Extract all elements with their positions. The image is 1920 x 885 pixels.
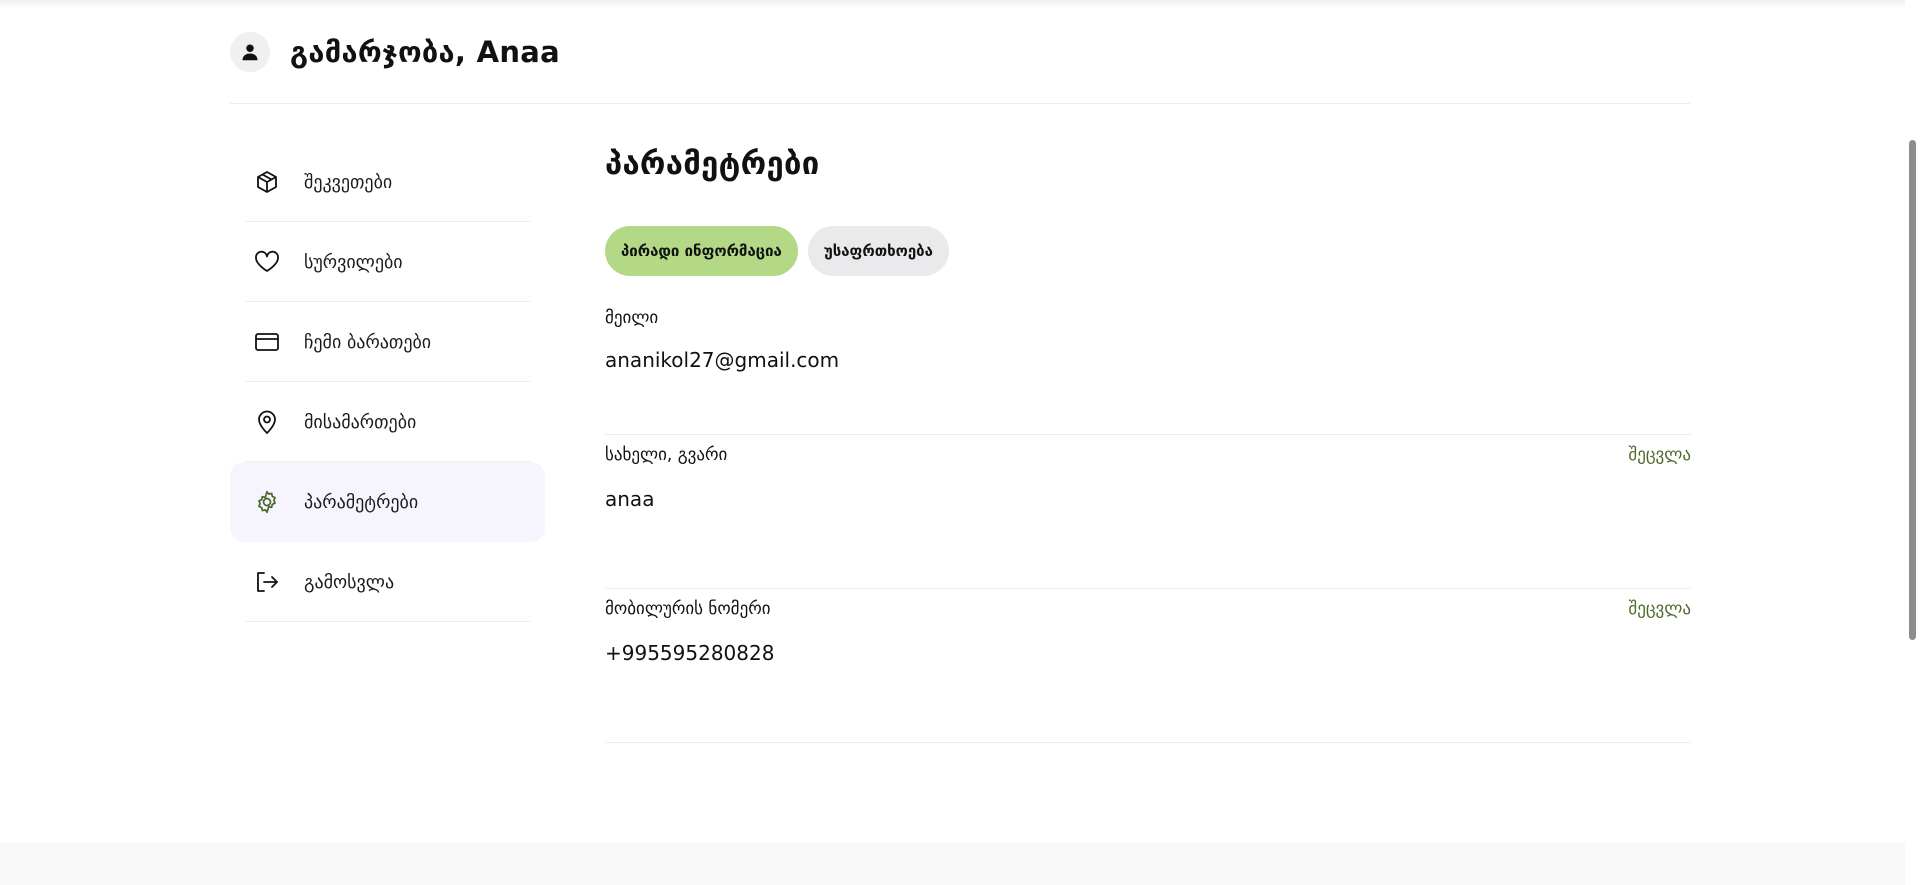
edit-phone-link[interactable]: შეცვლა: [1628, 599, 1691, 619]
user-icon: [242, 44, 258, 61]
settings-tabs: პირადი ინფორმაცია უსაფრთხოება: [605, 226, 1691, 276]
sidebar-item-addresses[interactable]: მისამართები: [230, 382, 545, 462]
sidebar-item-label: პარამეტრები: [304, 491, 419, 513]
tab-security[interactable]: უსაფრთხოება: [807, 226, 949, 276]
account-header: გამარჯობა, Anaa: [230, 30, 1690, 104]
phone-label: მობილურის ნომერი: [605, 599, 771, 619]
heart-icon: [254, 249, 280, 275]
logout-icon: [254, 569, 280, 595]
name-label: სახელი, გვარი: [605, 445, 728, 465]
sidebar-item-label: მისამართები: [304, 411, 417, 433]
edit-name-link[interactable]: შეცვლა: [1628, 445, 1691, 465]
sidebar-item-wishlist[interactable]: სურვილები: [230, 222, 545, 302]
page: გამარჯობა, Anaa შეკვეთები სურვილები ჩემი…: [0, 0, 1905, 885]
scrollbar-thumb[interactable]: [1909, 140, 1916, 640]
avatar[interactable]: [230, 32, 270, 72]
greeting-title: გამარჯობა, Anaa: [290, 35, 561, 69]
email-label: მეილი: [605, 308, 659, 328]
sidebar-item-settings[interactable]: პარამეტრები: [230, 462, 545, 542]
sidebar-item-orders[interactable]: შეკვეთები: [230, 142, 545, 222]
map-pin-icon: [254, 409, 280, 435]
gear-icon: [254, 489, 280, 515]
package-icon: [254, 169, 280, 195]
settings-panel: პარამეტრები პირადი ინფორმაცია უსაფრთხოებ…: [605, 140, 1691, 743]
phone-value: +995595280828: [605, 641, 775, 665]
sidebar-item-logout[interactable]: გამოსვლა: [230, 542, 545, 622]
sidebar-item-cards[interactable]: ჩემი ბარათები: [230, 302, 545, 382]
sidebar-item-label: გამოსვლა: [304, 571, 395, 593]
sidebar-item-label: ჩემი ბარათები: [304, 331, 432, 353]
sidebar-item-label: შეკვეთები: [304, 171, 393, 193]
tab-personal-info[interactable]: პირადი ინფორმაცია: [605, 226, 798, 276]
sidebar-item-label: სურვილები: [304, 251, 403, 273]
account-sidebar: შეკვეთები სურვილები ჩემი ბარათები მისამა…: [230, 142, 545, 622]
scrollbar[interactable]: [1905, 0, 1920, 885]
page-title: პარამეტრები: [605, 146, 820, 182]
topbar-shadow: [0, 0, 1905, 8]
email-field: მეილი ananikol27@gmail.com: [605, 308, 1691, 435]
name-value: anaa: [605, 487, 655, 511]
name-field: სახელი, გვარი anaa შეცვლა: [605, 435, 1691, 589]
phone-field: მობილურის ნომერი +995595280828 შეცვლა: [605, 589, 1691, 743]
email-value: ananikol27@gmail.com: [605, 348, 840, 372]
footer: [0, 843, 1905, 885]
credit-card-icon: [254, 329, 280, 355]
